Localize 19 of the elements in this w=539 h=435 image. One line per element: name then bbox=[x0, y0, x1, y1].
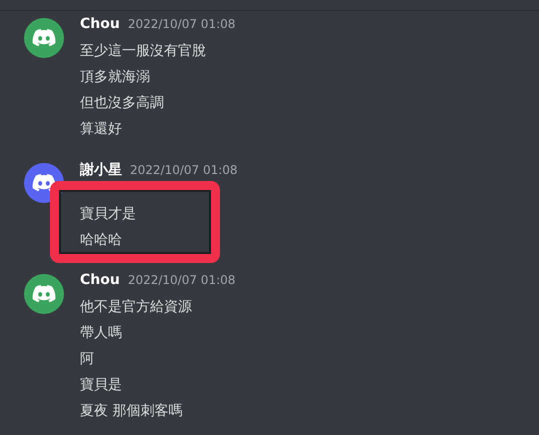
timestamp: 2022/10/07 01:08 bbox=[128, 17, 236, 31]
timestamp: 2022/10/07 01:08 bbox=[130, 163, 238, 177]
message-text: 阿 bbox=[80, 350, 95, 369]
message-text: 夏夜 那個刺客嗎 bbox=[80, 402, 184, 421]
avatar[interactable] bbox=[24, 18, 64, 58]
timestamp: 2022/10/07 01:08 bbox=[128, 273, 236, 287]
message-text: 至少這一服沒有官脫 bbox=[80, 42, 207, 61]
message-text: 他不是官方給資源 bbox=[80, 298, 193, 317]
message-text: 算還好 bbox=[80, 120, 123, 139]
message-text: 但也沒多高調 bbox=[80, 94, 165, 113]
author-name[interactable]: Chou bbox=[80, 16, 120, 32]
message-text: 帶人嗎 bbox=[80, 324, 123, 343]
message-text: 頂多就海溺 bbox=[80, 68, 151, 87]
message-text: 寶貝才是 bbox=[80, 205, 137, 224]
message-text: 寶貝是 bbox=[80, 376, 123, 395]
message-text: 哈哈哈 bbox=[80, 231, 123, 250]
author-name[interactable]: 謝小星 bbox=[80, 161, 122, 179]
author-name[interactable]: Chou bbox=[80, 272, 120, 288]
avatar[interactable] bbox=[24, 274, 64, 314]
